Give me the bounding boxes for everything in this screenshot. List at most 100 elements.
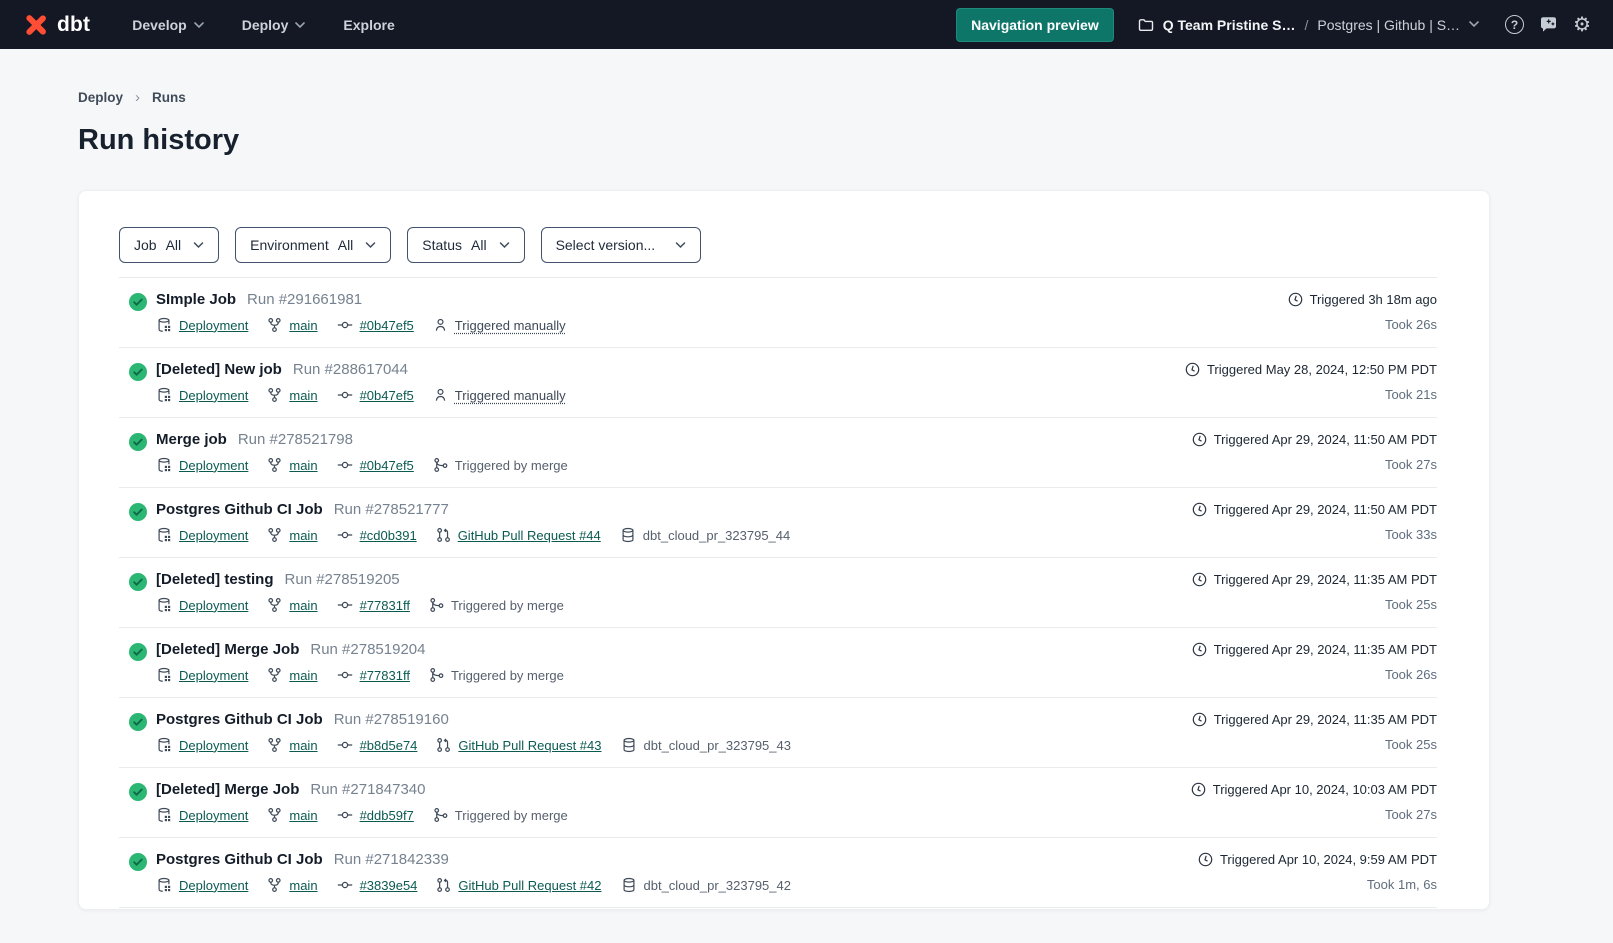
environment-link[interactable]: Deployment (179, 738, 248, 753)
run-timing: Triggered Apr 29, 2024, 11:35 AM PDT Too… (1192, 711, 1437, 752)
duration-text: Took 26s (1385, 317, 1437, 332)
trigger-label[interactable]: Triggered manually (455, 388, 566, 403)
branch-link[interactable]: main (289, 878, 317, 893)
menu-develop[interactable]: Develop (132, 17, 203, 33)
trigger-group: Triggered by merge (429, 667, 564, 683)
navbar-icons: ? ⚙ (1505, 15, 1591, 35)
deployment-database-icon (156, 807, 172, 823)
breadcrumb-deploy[interactable]: Deploy (78, 90, 123, 105)
trigger-group: Triggered manually (433, 387, 566, 403)
triggered-line: Triggered May 28, 2024, 12:50 PM PDT (1185, 362, 1437, 377)
triggered-line: Triggered Apr 29, 2024, 11:50 AM PDT (1192, 502, 1437, 517)
git-merge-icon (429, 597, 444, 613)
run-number: Run #278521777 (334, 501, 449, 518)
run-name-link[interactable]: [Deleted] Merge Job (156, 781, 299, 798)
triggered-line: Triggered Apr 10, 2024, 10:03 AM PDT (1191, 782, 1437, 797)
trigger-label[interactable]: Triggered manually (455, 318, 566, 333)
menu-develop-label: Develop (132, 17, 186, 33)
trigger-label[interactable]: Triggered by merge (455, 458, 568, 473)
trigger-label[interactable]: Triggered by merge (451, 598, 564, 613)
breadcrumb-runs[interactable]: Runs (152, 90, 186, 105)
menu-explore[interactable]: Explore (343, 17, 394, 33)
account-project-selector[interactable]: Q Team Pristine S… / Postgres | Github |… (1138, 17, 1479, 33)
environment-link[interactable]: Deployment (179, 878, 248, 893)
branch-link[interactable]: main (289, 388, 317, 403)
environment-link[interactable]: Deployment (179, 598, 248, 613)
page-content: Deploy › Runs Run history Job All Enviro… (0, 89, 1613, 910)
commit-link[interactable]: #cd0b391 (360, 528, 417, 543)
run-name-link[interactable]: Postgres Github CI Job (156, 711, 323, 728)
triggered-text: Triggered Apr 10, 2024, 9:59 AM PDT (1220, 852, 1437, 867)
environment-group: Deployment (156, 457, 248, 473)
deployment-database-icon (156, 597, 172, 613)
run-list: SImple Job Run #291661981 (119, 278, 1437, 908)
duration-text: Took 25s (1385, 597, 1437, 612)
branch-link[interactable]: main (289, 668, 317, 683)
trigger-label[interactable]: Triggered by merge (451, 668, 564, 683)
clock-icon (1185, 362, 1200, 377)
status-filter-dropdown[interactable]: Status All (407, 227, 524, 263)
branch-group: main (267, 667, 317, 683)
environment-filter-dropdown[interactable]: Environment All (235, 227, 391, 263)
branch-group: main (267, 317, 317, 333)
commit-link[interactable]: #0b47ef5 (360, 388, 414, 403)
commit-link[interactable]: #77831ff (360, 598, 410, 613)
help-icon[interactable]: ? (1505, 15, 1524, 34)
run-title-line: [Deleted] testing Run #278519205 (156, 571, 564, 588)
environment-link[interactable]: Deployment (179, 528, 248, 543)
clock-icon (1198, 852, 1213, 867)
commit-link[interactable]: #ddb59f7 (360, 808, 414, 823)
branch-group: main (267, 737, 317, 753)
navigation-preview-button[interactable]: Navigation preview (956, 8, 1114, 42)
status-filter-value: All (471, 237, 487, 253)
branch-link[interactable]: main (289, 318, 317, 333)
environment-link[interactable]: Deployment (179, 318, 248, 333)
branch-link[interactable]: main (289, 808, 317, 823)
settings-gear-icon[interactable]: ⚙ (1573, 15, 1591, 35)
pull-request-link[interactable]: GitHub Pull Request #42 (458, 878, 601, 893)
pull-request-group: GitHub Pull Request #43 (436, 737, 601, 753)
commit-link[interactable]: #b8d5e74 (360, 738, 418, 753)
menu-deploy[interactable]: Deploy (242, 17, 306, 33)
environment-link[interactable]: Deployment (179, 668, 248, 683)
commit-link[interactable]: #3839e54 (360, 878, 418, 893)
pull-request-link[interactable]: GitHub Pull Request #43 (458, 738, 601, 753)
run-name-link[interactable]: [Deleted] Merge Job (156, 641, 299, 658)
run-title-line: SImple Job Run #291661981 (156, 291, 566, 308)
git-branch-icon (267, 527, 282, 543)
environment-link[interactable]: Deployment (179, 458, 248, 473)
clock-icon (1192, 502, 1207, 517)
environment-link[interactable]: Deployment (179, 388, 248, 403)
chevron-down-icon (190, 241, 204, 249)
run-name-link[interactable]: [Deleted] testing (156, 571, 274, 588)
branch-group: main (267, 527, 317, 543)
commit-link[interactable]: #0b47ef5 (360, 318, 414, 333)
run-name-link[interactable]: SImple Job (156, 291, 236, 308)
run-name-link[interactable]: Postgres Github CI Job (156, 501, 323, 518)
git-commit-icon (337, 667, 353, 683)
dbt-logo[interactable]: dbt (22, 11, 90, 39)
trigger-label[interactable]: Triggered by merge (455, 808, 568, 823)
run-name-link[interactable]: Merge job (156, 431, 227, 448)
pull-request-link[interactable]: GitHub Pull Request #44 (458, 528, 601, 543)
feedback-icon[interactable] (1539, 16, 1558, 34)
run-timing: Triggered May 28, 2024, 12:50 PM PDT Too… (1185, 361, 1437, 402)
run-title-line: Postgres Github CI Job Run #271842339 (156, 851, 791, 868)
run-number: Run #278519160 (334, 711, 449, 728)
run-title-line: Postgres Github CI Job Run #278519160 (156, 711, 791, 728)
run-number: Run #278519205 (285, 571, 400, 588)
job-filter-dropdown[interactable]: Job All (119, 227, 219, 263)
branch-link[interactable]: main (289, 598, 317, 613)
commit-link[interactable]: #77831ff (360, 668, 410, 683)
run-details-line: Deployment main (156, 597, 564, 613)
branch-link[interactable]: main (289, 528, 317, 543)
branch-link[interactable]: main (289, 458, 317, 473)
pull-request-group: GitHub Pull Request #44 (436, 527, 601, 543)
run-name-link[interactable]: [Deleted] New job (156, 361, 282, 378)
run-name-link[interactable]: Postgres Github CI Job (156, 851, 323, 868)
version-filter-dropdown[interactable]: Select version... (541, 227, 702, 263)
commit-link[interactable]: #0b47ef5 (360, 458, 414, 473)
run-details-line: Deployment main (156, 667, 564, 683)
branch-link[interactable]: main (289, 738, 317, 753)
environment-link[interactable]: Deployment (179, 808, 248, 823)
